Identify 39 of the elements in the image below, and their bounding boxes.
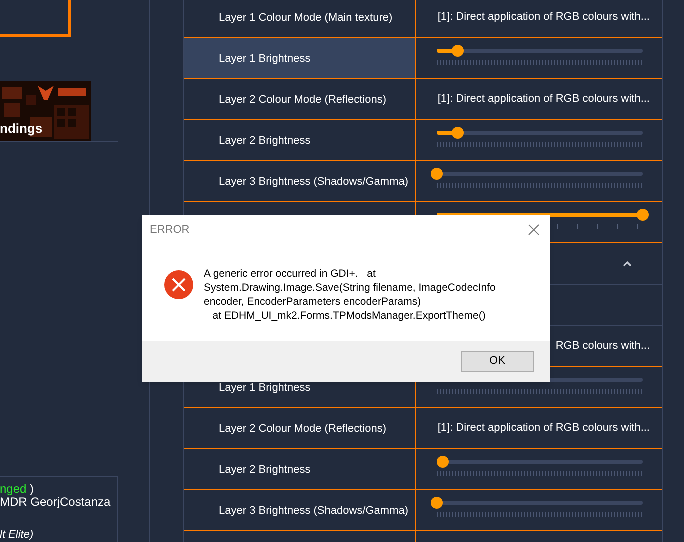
caret-icon[interactable]: [623, 260, 632, 266]
error-message: A generic error occurred in GDI+. at System.Drawing.Image.Save(String filename, ImageCodecInfo encoder, EncoderParameters encoderParams) at EDHM_UI_mk2.Forms.TPModsManager.ExportTheme(): [204, 267, 497, 323]
ok-button[interactable]: OK: [461, 351, 534, 372]
close-icon[interactable]: [528, 224, 540, 236]
setting-value[interactable]: [1]: Direct application of RGB colours with...: [438, 8, 650, 26]
rank-text: lt Elite): [0, 529, 34, 542]
table-row[interactable]: Layer 2 Brightness: [184, 449, 416, 489]
row-label: Layer 2 Brightness: [219, 134, 311, 147]
table-row[interactable]: Layer 2 Brightness: [184, 120, 416, 160]
table-row[interactable]: Layer 2 Colour Mode (Reflections): [184, 79, 416, 119]
slider-thumb[interactable]: [437, 456, 450, 468]
slider-thumb[interactable]: [452, 127, 464, 139]
row-label: Layer 1 Brightness: [219, 381, 311, 394]
row-label: Layer 3 Brightness (Shadows/Gamma): [219, 175, 409, 188]
table-row[interactable]: Layer 1 Brightness: [184, 38, 416, 78]
error-icon: [164, 270, 194, 300]
slider-thumb[interactable]: [431, 168, 443, 180]
status-text: nged: [0, 482, 27, 497]
table-row[interactable]: Layer 3 Brightness (Shadows/Gamma): [184, 161, 416, 201]
slider-thumb[interactable]: [452, 45, 464, 57]
row-label: Layer 1 Brightness: [219, 52, 311, 65]
slider-thumb[interactable]: [637, 209, 649, 221]
table-row[interactable]: Layer 1 Colour Mode (Main texture): [184, 0, 416, 37]
row-label: Layer 2 Colour Mode (Reflections): [219, 422, 387, 435]
commander-name: MDR GeorjCostanza: [0, 495, 111, 510]
row-label: Layer 2 Brightness: [219, 463, 311, 476]
setting-value[interactable]: [1]: Direct application of RGB colours with...: [438, 420, 650, 436]
slider-thumb[interactable]: [431, 497, 443, 509]
row-label: Layer 2 Colour Mode (Reflections): [219, 93, 387, 106]
setting-value[interactable]: RGB colours with...: [556, 338, 650, 354]
banner-caption: ndings: [0, 120, 43, 138]
row-label: Layer 1 Colour Mode (Main texture): [219, 11, 393, 24]
table-row[interactable]: Layer 2 Colour Mode (Reflections): [184, 408, 416, 448]
table-row[interactable]: Layer 3 Brightness (Shadows/Gamma): [184, 490, 416, 530]
status-bracket: ): [30, 482, 34, 497]
panel-frame: [0, 0, 71, 37]
setting-value[interactable]: [1]: Direct application of RGB colours with...: [438, 90, 650, 108]
dialog-title: ERROR: [150, 222, 190, 238]
row-label: Layer 3 Brightness (Shadows/Gamma): [219, 504, 409, 517]
